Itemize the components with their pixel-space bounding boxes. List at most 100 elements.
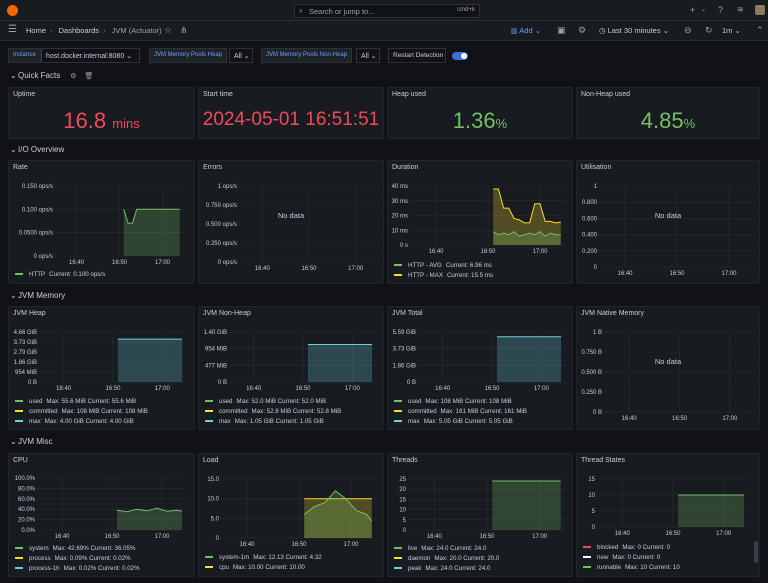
refresh-icon[interactable]: ↻ xyxy=(705,25,713,35)
panel-rate[interactable]: Rate 0.150 ops/s 0.100 ops/s 0.0500 ops/s 0… xyxy=(8,160,195,284)
y-tick-label: 5 xyxy=(592,509,596,515)
panel-threads[interactable]: Threads 25 20 15 10 5 0 16:40 16:50 17:00 live Ma… xyxy=(387,453,573,577)
y-tick-label: 0.500 B xyxy=(581,370,602,376)
chevron-down-icon[interactable]: ⌄ xyxy=(701,5,706,15)
panel-uptime[interactable]: Uptime 16.8 mins xyxy=(8,87,195,139)
legend-series-name: max xyxy=(29,418,41,425)
legend-item[interactable]: used Max: 108 MiB Current: 108 MiB xyxy=(394,398,527,408)
legend-item[interactable]: committed Max: 108 MiB Current: 108 MiB xyxy=(15,408,148,418)
legend-swatch xyxy=(394,400,402,403)
trash-icon[interactable]: 🗑 xyxy=(85,73,94,80)
gear-icon[interactable]: ⚙ xyxy=(578,25,586,35)
grafana-logo-icon[interactable] xyxy=(7,5,18,16)
no-data-text: No data xyxy=(654,357,682,366)
chart-rate[interactable]: 0.150 ops/s 0.100 ops/s 0.0500 ops/s 0 ops/… xyxy=(9,161,195,284)
refresh-interval-picker[interactable]: 1m ⌄ xyxy=(722,26,741,35)
x-tick-label: 16:50 xyxy=(112,260,128,266)
add-button[interactable]: ▥ Add ⌄ xyxy=(511,26,541,35)
row-quick-facts[interactable]: ⌄Quick Facts ⚙ 🗑 xyxy=(10,71,93,82)
legend-item[interactable]: committed Max: 52.8 MiB Current: 52.8 MiB xyxy=(205,408,341,418)
breadcrumb-home[interactable]: Home xyxy=(26,26,46,35)
panel-jvm-native-memory[interactable]: JVM Native Memory 1 B 0.750 B 0.500 B 0.250… xyxy=(576,306,760,430)
legend: system Max: 42.69% Current: 36.05% process… xyxy=(15,545,140,575)
panel-load[interactable]: Load 15.0 10.0 5.0 0 16:40 16:50 17:00 system-… xyxy=(198,453,384,577)
legend-stats: Max: 24.0 Current: 24.0 xyxy=(425,565,491,572)
legend-item[interactable]: committed Max: 161 MiB Current: 161 MiB xyxy=(394,408,527,418)
panel-heap-used[interactable]: Heap used 1.36% xyxy=(387,87,573,139)
legend-item[interactable]: new Max: 0 Current: 0 xyxy=(583,554,680,564)
legend-item[interactable]: blocked Max: 0 Current: 0 xyxy=(583,544,680,554)
help-icon[interactable]: ? xyxy=(718,5,723,15)
panel-cpu[interactable]: CPU 100.0% 80.0% 60.0% 40.0% 20.0% 0.0% 16:40 1… xyxy=(8,453,195,577)
legend-swatch xyxy=(15,420,23,423)
row-jvm-memory[interactable]: ⌄JVM Memory xyxy=(10,291,65,300)
panel-start-time[interactable]: Start time 2024-05-01 16:51:51 xyxy=(198,87,384,139)
panel-utilisation[interactable]: Utilisation 1 0.800 0.600 0.400 0.200 0 16:40 1… xyxy=(576,160,760,284)
panel-thread-states[interactable]: Thread States 15 10 5 0 16:40 16:50 17:00 bloc… xyxy=(576,453,760,577)
x-tick-label: 16:50 xyxy=(479,534,495,540)
y-tick-label: 5.0 xyxy=(211,516,220,522)
user-avatar[interactable] xyxy=(755,5,765,15)
save-icon[interactable]: ▣ xyxy=(557,25,566,35)
plus-icon[interactable]: + xyxy=(690,5,695,15)
menu-icon[interactable]: ☰ xyxy=(8,25,17,35)
panel-duration[interactable]: Duration 40 ms 30 ms 20 ms 10 ms 0 s 16:40 16:… xyxy=(387,160,573,284)
row-jvm-misc[interactable]: ⌄JVM Misc xyxy=(10,437,53,446)
legend-stats: Max: 0.09% Current: 0.02% xyxy=(54,555,131,562)
legend-item[interactable]: max Max: 4.00 GiB Current: 4.00 GiB xyxy=(15,418,148,428)
legend-stats: Max: 42.69% Current: 36.05% xyxy=(52,545,136,552)
chart-utilisation[interactable]: 10.8000.6000.4000.200016:40 16:50 17:00 xyxy=(577,161,760,284)
legend-item[interactable]: max Max: 5.05 GiB Current: 5.05 GiB xyxy=(394,418,527,428)
legend-item[interactable]: max Max: 1.05 GiB Current: 1.05 GiB xyxy=(205,418,341,428)
legend-item[interactable]: runnable Max: 10 Current: 10 xyxy=(583,564,680,574)
legend-item[interactable]: cpu Max: 10.00 Current: 10.00 xyxy=(205,564,322,574)
legend-item[interactable]: HTTP Current: 0.100 ops/s xyxy=(15,271,105,281)
legend-item[interactable]: system Max: 42.69% Current: 36.05% xyxy=(15,545,140,555)
y-tick-label: 0 xyxy=(216,536,220,542)
breadcrumb-dashboards[interactable]: Dashboards xyxy=(59,26,99,35)
star-icon[interactable]: ☆ xyxy=(164,25,172,35)
restart-detection-toggle[interactable] xyxy=(452,52,468,60)
x-tick-label: 17:00 xyxy=(721,271,737,277)
var-instance-select[interactable]: host.docker.internal:8080 ⌄ xyxy=(41,48,140,63)
y-tick-label: 954 MiB xyxy=(205,347,227,353)
gear-icon[interactable]: ⚙ xyxy=(70,73,76,80)
rss-news-icon[interactable]: ≋ xyxy=(737,5,744,15)
time-range-picker[interactable]: ◷ Last 30 minutes ⌄ xyxy=(599,26,669,35)
row-io-overview[interactable]: ⌄I/O Overview xyxy=(10,145,64,154)
share-icon[interactable]: ⋔ xyxy=(180,25,188,35)
legend-item[interactable]: peak Max: 24.0 Current: 24.0 xyxy=(394,565,499,575)
legend-item[interactable]: HTTP - AVG Current: 6.96 ms xyxy=(394,262,493,272)
panel-jvm-heap[interactable]: JVM Heap 4.66 GiB 3.73 GiB 2.79 GiB 1.86 Gi… xyxy=(8,306,195,430)
series-area-live xyxy=(492,481,561,530)
var-nonheap-select[interactable]: All ⌄ xyxy=(356,48,380,63)
y-tick-label: 15 xyxy=(399,497,406,503)
panel-jvm-nonheap[interactable]: JVM Non-Heap 1.40 GiB 954 MiB 477 MiB 0 B 16… xyxy=(198,306,384,430)
search-input[interactable]: ⌕ Search or jump to... cmd+k xyxy=(294,4,480,18)
var-heap-select[interactable]: All ⌄ xyxy=(229,48,253,63)
scrollbar[interactable] xyxy=(754,541,758,563)
panel-errors[interactable]: Errors 1 ops/s 0.750 ops/s 0.500 ops/s 0.25… xyxy=(198,160,384,284)
legend-item[interactable]: live Max: 24.0 Current: 24.0 xyxy=(394,545,499,555)
legend-series-name: committed xyxy=(29,408,58,415)
legend-swatch xyxy=(15,547,23,550)
legend-series-name: HTTP xyxy=(29,271,46,278)
legend-item[interactable]: used Max: 55.6 MiB Current: 55.6 MiB xyxy=(15,398,148,408)
y-tick-label: 0 B xyxy=(28,380,37,386)
legend-item[interactable]: used Max: 52.0 MiB Current: 52.0 MiB xyxy=(205,398,341,408)
legend-swatch xyxy=(205,410,213,413)
legend-item[interactable]: process-1h Max: 0.02% Current: 0.02% xyxy=(15,565,140,575)
zoom-out-icon[interactable]: ⊖ xyxy=(684,25,692,35)
legend-item[interactable]: daemon Max: 20.0 Current: 20.0 xyxy=(394,555,499,565)
legend-item[interactable]: HTTP - MAX Current: 15.5 ms xyxy=(394,272,493,282)
chart-jvm-native[interactable]: 1 B 0.750 B 0.500 B 0.250 B 0 B 16:40 16:50 17:… xyxy=(577,307,760,430)
legend-item[interactable]: system-1m Max: 12.13 Current: 4.32 xyxy=(205,554,322,564)
legend-item[interactable]: process Max: 0.09% Current: 0.02% xyxy=(15,555,140,565)
legend: system-1m Max: 12.13 Current: 4.32 cpu Max:… xyxy=(205,554,322,574)
legend: used Max: 108 MiB Current: 108 MiB committ… xyxy=(394,398,527,428)
panel-nonheap-used[interactable]: Non-Heap used 4.85% xyxy=(576,87,760,139)
chart-errors[interactable]: 1 ops/s 0.750 ops/s 0.500 ops/s 0.250 ops/s… xyxy=(199,161,384,284)
panel-jvm-total[interactable]: JVM Total 5.59 GiB 3.73 GiB 1.86 GiB 0 B 16:… xyxy=(387,306,573,430)
breadcrumb-current[interactable]: JVM (Actuator) xyxy=(112,26,162,35)
collapse-icon[interactable]: ⌃ xyxy=(756,25,764,35)
